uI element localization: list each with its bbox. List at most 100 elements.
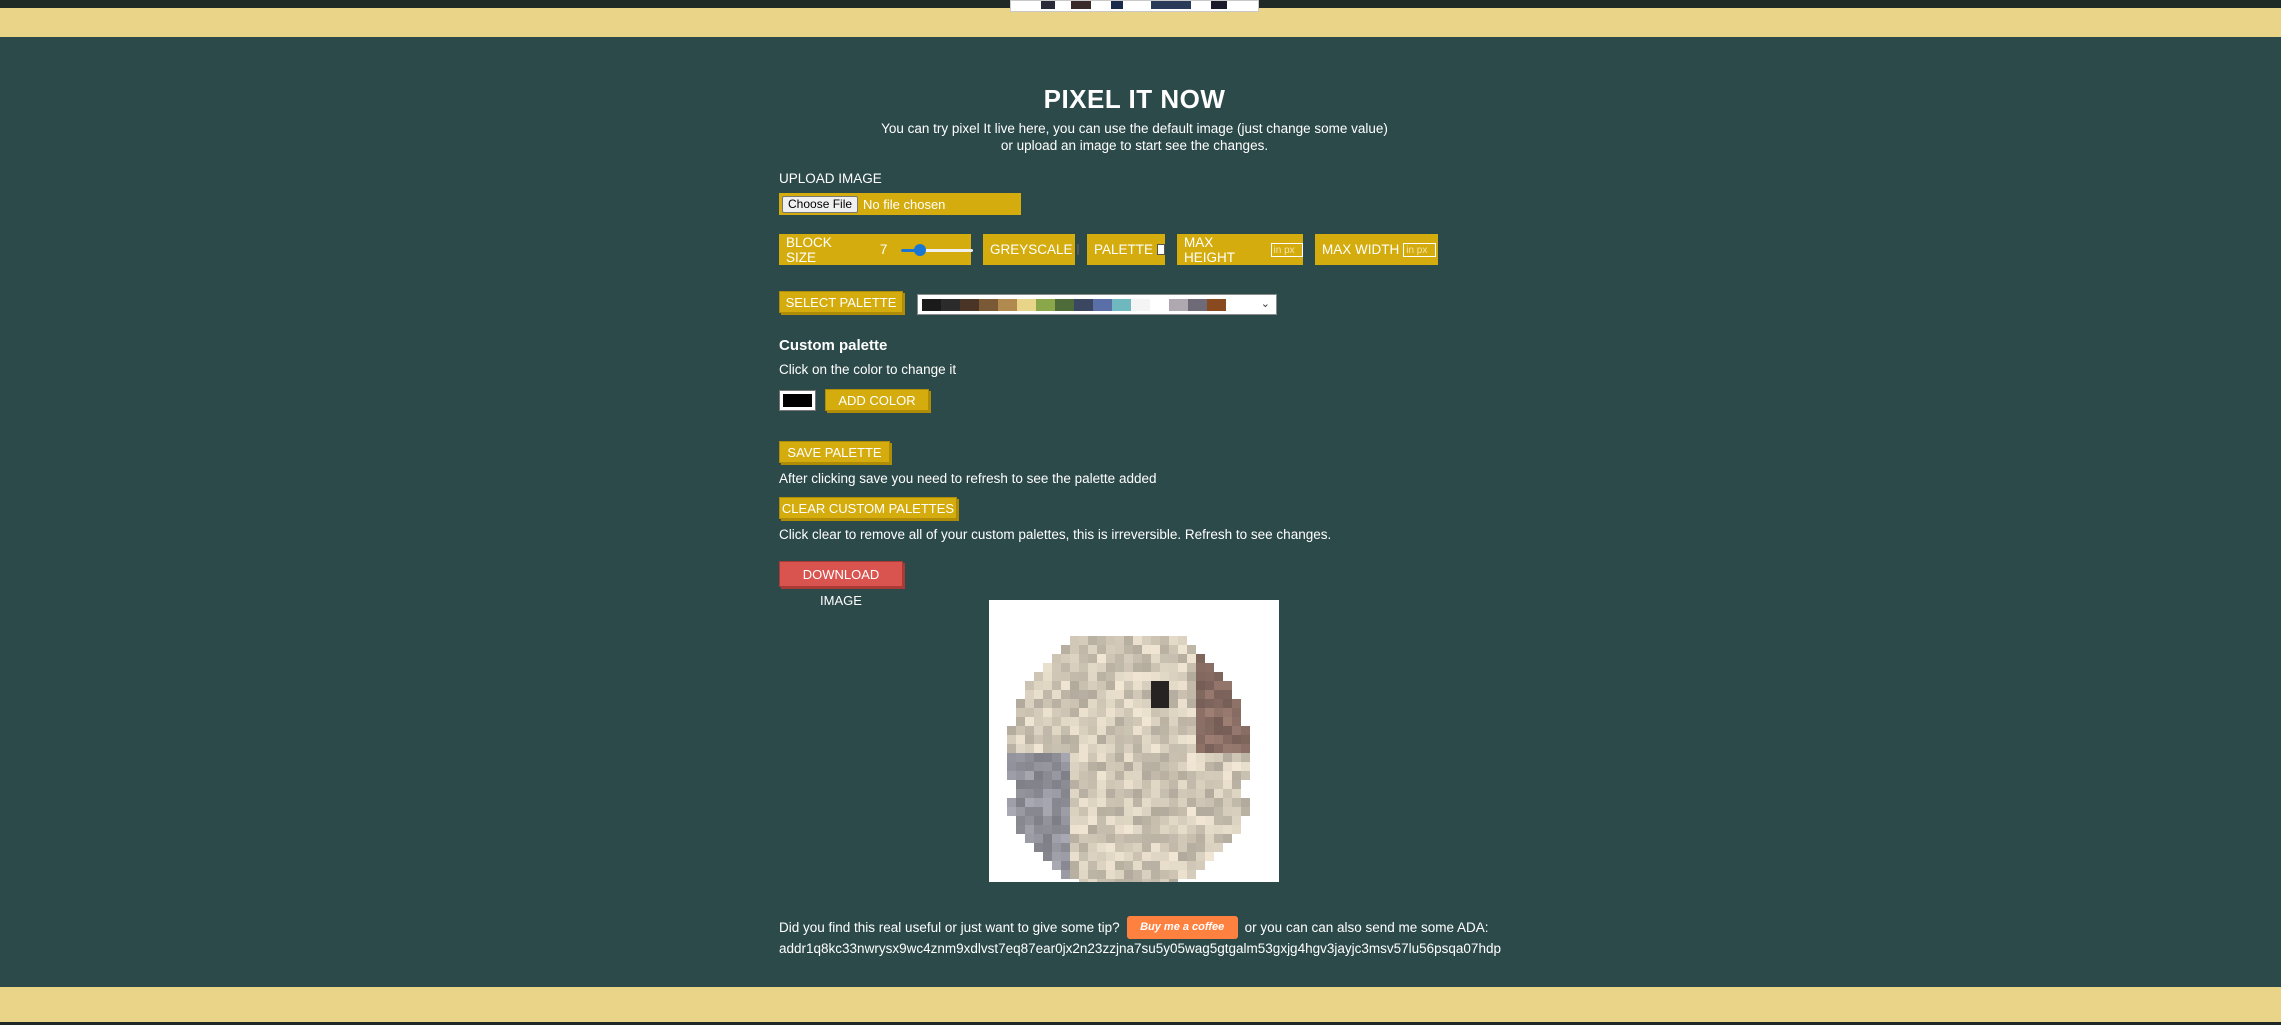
- preview-pixel: [1223, 825, 1232, 834]
- add-color-button[interactable]: ADD COLOR: [825, 389, 929, 411]
- preview-pixel: [1178, 645, 1187, 654]
- preview-pixel: [1169, 879, 1178, 882]
- preview-pixel: [1142, 654, 1151, 663]
- preview-pixel: [1070, 762, 1079, 771]
- preview-pixel: [1142, 645, 1151, 654]
- preview-pixel: [1142, 672, 1151, 681]
- preview-pixel: [1187, 744, 1196, 753]
- preview-pixel: [1079, 645, 1088, 654]
- preview-pixel: [1178, 654, 1187, 663]
- greyscale-checkbox[interactable]: [1076, 244, 1079, 255]
- preview-pixel: [1079, 672, 1088, 681]
- preview-pixel: [1205, 717, 1214, 726]
- preview-pixel: [1223, 780, 1232, 789]
- preview-pixel: [1160, 663, 1169, 672]
- clear-palettes-button[interactable]: CLEAR CUSTOM PALETTES: [779, 497, 957, 519]
- max-width-input[interactable]: in px: [1403, 242, 1437, 257]
- palette-swatch: [1036, 298, 1055, 311]
- preview-pixel: [1124, 717, 1133, 726]
- preview-pixel: [1124, 879, 1133, 882]
- preview-pixel: [1079, 726, 1088, 735]
- preview-pixel: [1196, 807, 1205, 816]
- file-input[interactable]: Choose File No file chosen: [779, 193, 1021, 215]
- top-image-strip: [1010, 0, 1259, 12]
- preview-pixel: [1106, 843, 1115, 852]
- download-image-button[interactable]: DOWNLOAD IMAGE: [779, 561, 903, 608]
- preview-pixel: [1142, 798, 1151, 807]
- save-hint: After clicking save you need to refresh …: [779, 471, 1157, 486]
- preview-pixel: [1133, 771, 1142, 780]
- preview-pixel: [1088, 771, 1097, 780]
- choose-file-button[interactable]: Choose File: [782, 195, 859, 213]
- preview-pixel: [1223, 798, 1232, 807]
- block-size-slider[interactable]: [901, 242, 974, 258]
- color-picker[interactable]: [779, 390, 816, 411]
- preview-pixel: [1196, 816, 1205, 825]
- tip-line: Did you find this real useful or just wa…: [779, 916, 1489, 939]
- slider-thumb[interactable]: [914, 243, 927, 256]
- preview-pixel: [1160, 789, 1169, 798]
- preview-pixel: [1214, 807, 1223, 816]
- preview-pixel: [1052, 816, 1061, 825]
- preview-pixel: [1223, 744, 1232, 753]
- preview-pixel: [1079, 717, 1088, 726]
- preview-pixel: [1205, 744, 1214, 753]
- palette-select[interactable]: ⌄: [917, 294, 1277, 315]
- preview-pixel: [1160, 690, 1169, 699]
- preview-pixel: [1187, 807, 1196, 816]
- preview-pixel: [1115, 825, 1124, 834]
- palette-label: PALETTE: [1094, 242, 1154, 257]
- preview-pixel: [1151, 690, 1160, 699]
- preview-pixel: [1142, 636, 1151, 645]
- preview-pixel: [1097, 771, 1106, 780]
- preview-pixel: [1070, 708, 1079, 717]
- preview-pixel: [1088, 699, 1097, 708]
- select-palette-button[interactable]: SELECT PALETTE: [779, 291, 903, 313]
- palette-checkbox[interactable]: [1157, 244, 1165, 255]
- preview-pixel: [1223, 681, 1232, 690]
- preview-pixel: [1232, 726, 1241, 735]
- preview-pixel: [1169, 744, 1178, 753]
- preview-pixel: [1097, 879, 1106, 882]
- preview-pixel: [1061, 681, 1070, 690]
- preview-pixel: [1043, 807, 1052, 816]
- preview-pixel: [1034, 708, 1043, 717]
- preview-pixel: [1016, 825, 1025, 834]
- preview-pixel: [1214, 834, 1223, 843]
- preview-pixel: [1079, 663, 1088, 672]
- preview-pixel: [1070, 771, 1079, 780]
- preview-pixel: [1007, 798, 1016, 807]
- preview-pixel: [1205, 807, 1214, 816]
- preview-pixel: [1115, 852, 1124, 861]
- preview-pixel: [1169, 654, 1178, 663]
- preview-pixel: [1169, 726, 1178, 735]
- preview-pixel: [1169, 663, 1178, 672]
- save-palette-button[interactable]: SAVE PALETTE: [779, 441, 890, 463]
- preview-pixel: [1025, 771, 1034, 780]
- preview-pixel: [1115, 672, 1124, 681]
- preview-pixel: [1070, 816, 1079, 825]
- preview-pixel: [1088, 807, 1097, 816]
- preview-pixel: [1070, 645, 1079, 654]
- preview-pixel: [1151, 636, 1160, 645]
- preview-pixel: [1079, 861, 1088, 870]
- preview-pixel: [1142, 753, 1151, 762]
- palette-swatch: [960, 298, 979, 311]
- preview-pixel: [1115, 861, 1124, 870]
- preview-pixel: [1169, 807, 1178, 816]
- preview-pixel: [1187, 645, 1196, 654]
- preview-pixel: [1061, 852, 1070, 861]
- preview-pixel: [1169, 735, 1178, 744]
- palette-swatch: [1207, 298, 1226, 311]
- max-height-control: MAX HEIGHT in px: [1177, 234, 1303, 265]
- max-height-input[interactable]: in px: [1270, 242, 1303, 257]
- buy-me-a-coffee-button[interactable]: Buy me a coffee: [1126, 916, 1238, 939]
- preview-pixel: [1115, 735, 1124, 744]
- preview-pixel: [1151, 879, 1160, 882]
- preview-pixel: [1025, 690, 1034, 699]
- preview-pixel: [1124, 870, 1133, 879]
- preview-pixel: [1133, 789, 1142, 798]
- preview-pixel: [1034, 744, 1043, 753]
- preview-pixel: [1133, 816, 1142, 825]
- preview-pixel: [1043, 789, 1052, 798]
